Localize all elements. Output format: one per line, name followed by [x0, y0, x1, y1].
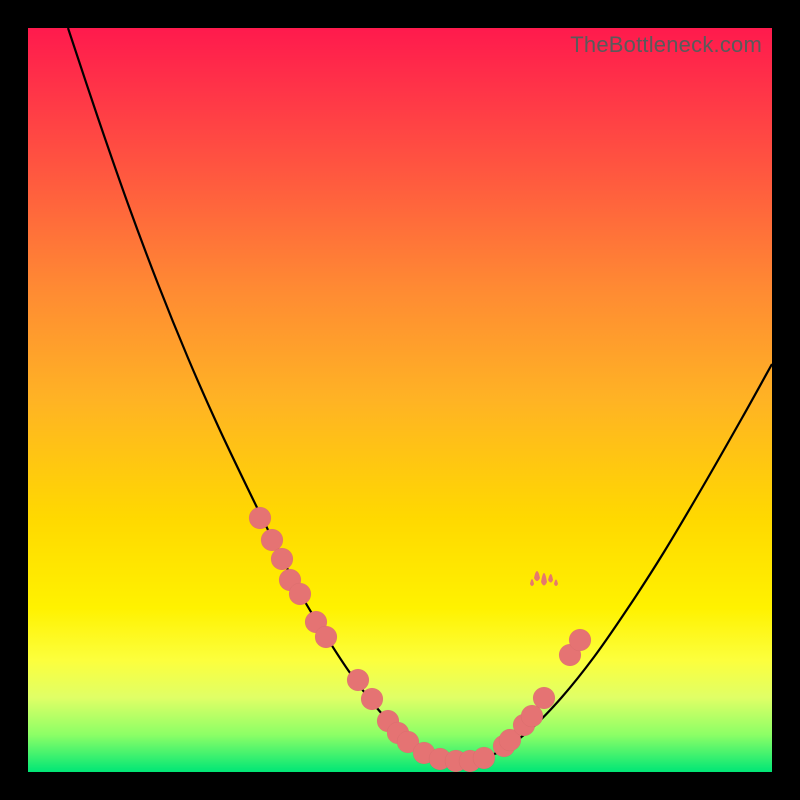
highlight-dot: [315, 626, 337, 648]
highlight-dot: [289, 583, 311, 605]
highlight-dot: [249, 507, 271, 529]
highlight-dot: [473, 747, 495, 769]
watermark-text: TheBottleneck.com: [570, 32, 762, 58]
flame-icon: [554, 580, 558, 587]
bottleneck-curve: [68, 28, 772, 762]
highlight-dot: [361, 688, 383, 710]
flame-cluster: [530, 571, 558, 586]
flame-icon: [530, 579, 534, 586]
highlight-dot: [271, 548, 293, 570]
highlight-dot: [569, 629, 591, 651]
highlight-dots: [249, 507, 591, 772]
highlight-dot: [261, 529, 283, 551]
chart-area: TheBottleneck.com: [28, 28, 772, 772]
highlight-dot: [533, 687, 555, 709]
plot-svg: [28, 28, 772, 772]
flame-icon: [548, 574, 553, 583]
highlight-dot: [347, 669, 369, 691]
flame-icon: [534, 571, 540, 581]
flame-icon: [541, 573, 547, 586]
